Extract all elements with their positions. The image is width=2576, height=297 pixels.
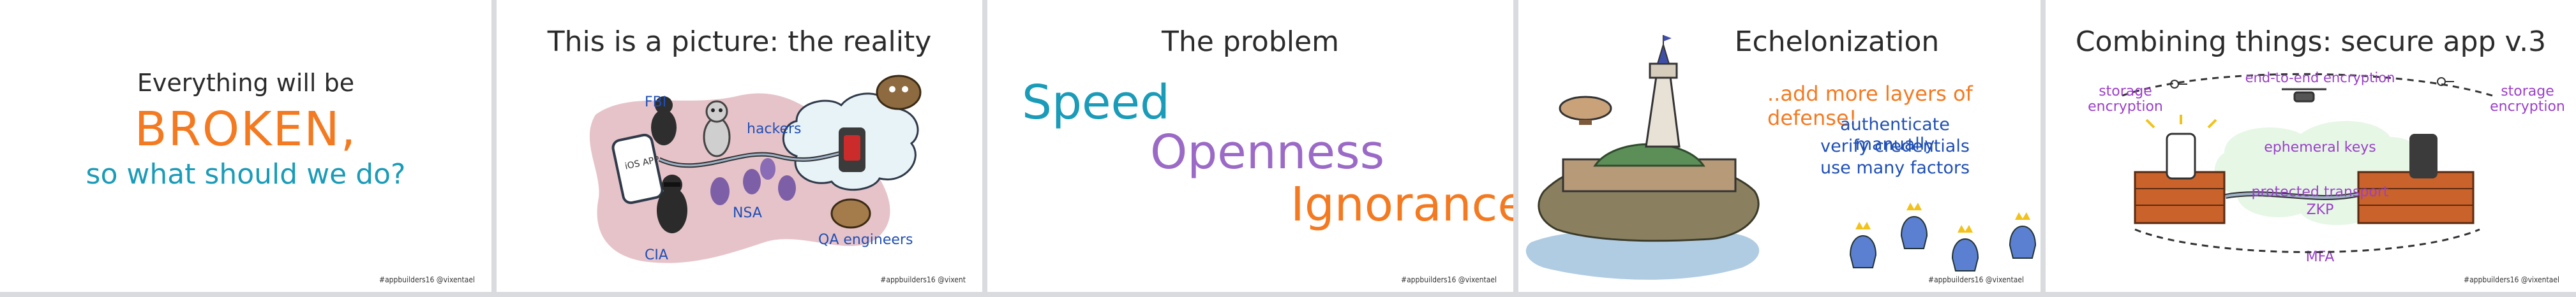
- slide-2[interactable]: This is a picture: the reality FBI hacke…: [497, 0, 982, 292]
- slide-footer: #appbuilders16 @vixentael: [1928, 275, 2024, 284]
- slide-4[interactable]: Echelonization ..add more layers of defe…: [1518, 0, 2041, 292]
- qa-engineers-label: QA engineers: [818, 232, 913, 248]
- phone-icon: [2166, 133, 2196, 180]
- hackers-label: hackers: [747, 121, 802, 137]
- mfa-label: MFA: [2305, 249, 2335, 265]
- nsa-label: NSA: [733, 205, 762, 221]
- reality-illustration: [589, 75, 922, 263]
- slide-1-line-broken: BROKEN,: [134, 102, 357, 157]
- slide-footer: #appbuilders16 @vixentael: [379, 275, 475, 284]
- brick-wall-left-icon: [2134, 171, 2226, 224]
- airship-icon: [1559, 96, 1612, 125]
- tower-icon: [1645, 35, 1681, 148]
- cia-label: CIA: [645, 247, 668, 263]
- end-to-end-encryption-label: end-to-end encryption: [2245, 70, 2395, 85]
- protected-transport-label: protected transport: [2251, 184, 2389, 200]
- slide-strip: Everything will be BROKEN, so what shoul…: [0, 0, 2576, 297]
- bullet-verify: verify credentials: [1820, 136, 1970, 156]
- zkp-label: ZKP: [2306, 202, 2334, 218]
- word-ignorance: Ignorance: [1291, 177, 1513, 232]
- slide-1[interactable]: Everything will be BROKEN, so what shoul…: [0, 0, 491, 292]
- hacker-icon: [703, 100, 731, 157]
- fbi-label: FBI: [645, 94, 667, 110]
- guards-icon: [1849, 216, 2037, 272]
- word-speed: Speed: [1022, 75, 1170, 130]
- ephemeral-keys-label: ephemeral keys: [2264, 140, 2376, 156]
- storage-encryption-right-label: storage encryption: [2490, 83, 2565, 115]
- storage-encryption-left-label: storage encryption: [2088, 83, 2163, 115]
- drone-icon: [2282, 88, 2326, 103]
- word-openness: Openness: [1150, 125, 1385, 180]
- slide-3[interactable]: The problem Speed Openness Ignorance #ap…: [987, 0, 1513, 292]
- slide-5[interactable]: Combining things: secure app v.3 storage…: [2046, 0, 2576, 292]
- slide-1-line-3: so what should we do?: [86, 158, 406, 191]
- slide-3-title: The problem: [1162, 25, 1339, 58]
- slide-footer: #appbuilders16 @vixentael: [2464, 275, 2559, 284]
- bullet-factors: use many factors: [1820, 158, 1970, 178]
- server-phone-icon: [2409, 134, 2437, 178]
- slide-footer: #appbuilders16 @vixentael: [1401, 275, 1497, 284]
- slide-1-line-1: Everything will be: [137, 69, 355, 97]
- slide-footer: #appbuilders16 @vixent: [880, 275, 966, 284]
